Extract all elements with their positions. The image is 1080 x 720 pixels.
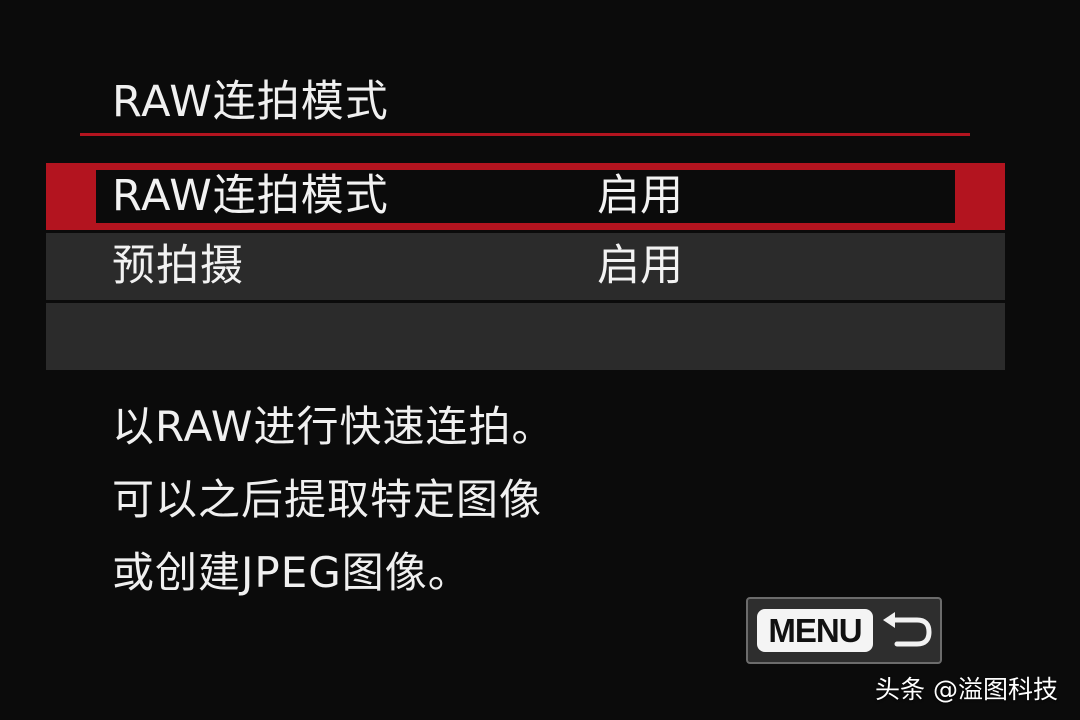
return-arrow-icon (883, 612, 932, 647)
menu-key-label: MENU (757, 609, 873, 652)
description-line: 可以之后提取特定图像 (112, 475, 543, 524)
menu-back-button[interactable]: MENU (746, 597, 942, 664)
menu-item-raw-burst-mode[interactable]: RAW连拍模式 启用 (46, 163, 1005, 230)
menu-item-empty (46, 303, 1005, 370)
title-divider (80, 133, 970, 136)
menu-item-label: 预拍摄 (112, 241, 244, 291)
watermark: 头条 @溢图科技 (875, 675, 1058, 704)
menu-item-value: 启用 (597, 241, 683, 291)
menu-item-label: RAW连拍模式 (112, 171, 389, 221)
menu-item-value: 启用 (597, 171, 683, 221)
camera-menu-screen: RAW连拍模式 RAW连拍模式 启用 预拍摄 启用 以RAW进行快速连拍。 可以… (0, 0, 1080, 720)
menu-list: RAW连拍模式 启用 预拍摄 启用 (46, 163, 1005, 373)
description-text: 以RAW进行快速连拍。 可以之后提取特定图像 或创建JPEG图像。 (112, 390, 912, 609)
menu-item-pre-shooting[interactable]: 预拍摄 启用 (46, 233, 1005, 300)
page-title: RAW连拍模式 (112, 77, 389, 127)
description-line: 以RAW进行快速连拍。 (112, 402, 555, 451)
